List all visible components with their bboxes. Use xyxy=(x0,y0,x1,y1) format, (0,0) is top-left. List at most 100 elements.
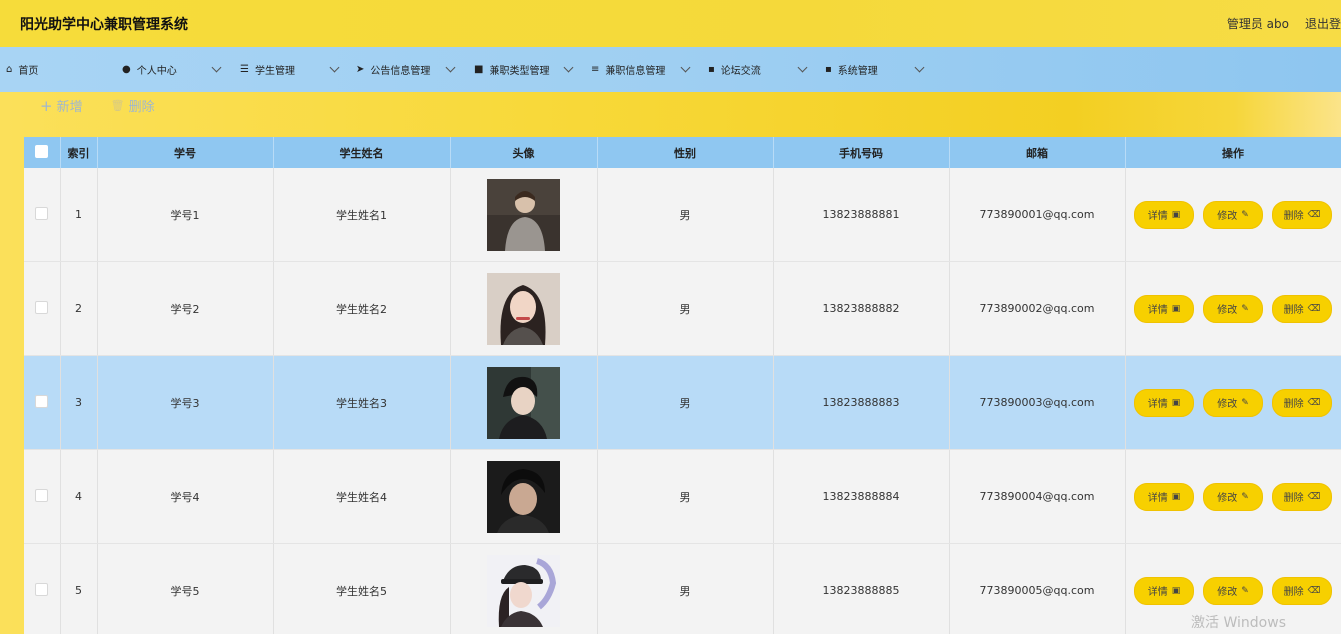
nav-item-forum[interactable]: ▪ 论坛交流 xyxy=(708,47,761,92)
cell-avatar xyxy=(450,355,598,450)
table-row[interactable]: 5 学号5 学生姓名5 男 13823888885 773890005@qq.c… xyxy=(24,543,1341,634)
avatar-image[interactable] xyxy=(487,272,560,345)
row-select-cell xyxy=(24,449,61,544)
table-row[interactable]: 2 学号2 学生姓名2 男 13823888882 773890002@qq.c… xyxy=(24,261,1341,356)
nav-item-system-management[interactable]: ▪ 系统管理 xyxy=(825,47,878,92)
nav-item-announcement-management[interactable]: ➤ 公告信息管理 xyxy=(356,47,430,92)
nav-item-student-management[interactable]: ☰ 学生管理 xyxy=(240,47,295,92)
user-icon: ● xyxy=(122,64,131,75)
select-all-checkbox[interactable] xyxy=(35,144,49,158)
nav-label: 公告信息管理 xyxy=(370,66,431,77)
cell-gender: 男 xyxy=(597,449,774,544)
batch-delete-button[interactable]: 🗑 删除 xyxy=(111,96,155,115)
table-row-selected[interactable]: 3 学号3 学生姓名3 男 13823888883 773890003@qq.c… xyxy=(24,355,1341,450)
row-checkbox[interactable] xyxy=(35,206,49,220)
avatar-image[interactable] xyxy=(487,178,560,251)
nav-item-job-type-management[interactable]: ■ 兼职类型管理 xyxy=(474,47,549,92)
app-title: 阳光助学中心兼职管理系统 xyxy=(20,16,188,33)
edit-button[interactable]: 修改 ✎ xyxy=(1203,388,1263,417)
cell-actions: 详情 ▣ 修改 ✎ 删除 ⌫ xyxy=(1125,168,1341,262)
column-header-student-id: 学号 xyxy=(97,137,274,168)
windows-activation-watermark: 激活 Windows xyxy=(1191,615,1286,631)
cell-email: 773890004@qq.com xyxy=(949,449,1126,544)
table-row[interactable]: 1 学号1 学生姓名1 男 13823888881 773890001@qq.c… xyxy=(24,168,1341,262)
nav-item-personal-center[interactable]: ● 个人中心 xyxy=(122,47,177,92)
grid-icon: ▪ xyxy=(825,64,832,75)
nav-label: 个人中心 xyxy=(136,66,177,77)
column-header-name: 学生姓名 xyxy=(273,137,451,168)
delete-button[interactable]: 删除 ⌫ xyxy=(1272,482,1332,511)
cell-email: 773890002@qq.com xyxy=(949,261,1126,356)
detail-button[interactable]: 详情 ▣ xyxy=(1134,294,1194,323)
cell-avatar xyxy=(450,261,598,356)
delete-button[interactable]: 删除 ⌫ xyxy=(1272,388,1332,417)
admin-user-label: 管理员 abo xyxy=(1226,17,1289,31)
delete-label: 删除 xyxy=(128,100,155,115)
cell-index: 2 xyxy=(60,261,98,356)
column-header-email: 邮箱 xyxy=(949,137,1126,168)
delete-button[interactable]: 删除 ⌫ xyxy=(1272,576,1332,605)
cell-email: 773890001@qq.com xyxy=(949,168,1126,262)
cell-email: 773890003@qq.com xyxy=(949,355,1126,450)
cell-phone: 13823888885 xyxy=(773,543,950,634)
cell-student-id: 学号2 xyxy=(97,261,274,356)
delete-button[interactable]: 删除 ⌫ xyxy=(1272,200,1332,229)
document-icon: ▣ xyxy=(1171,585,1181,596)
nav-label: 论坛交流 xyxy=(720,66,761,77)
main-nav: ⌂ 首页 ● 个人中心 ☰ 学生管理 ➤ 公告信息管理 ■ 兼职类型管理 ≡ 兼… xyxy=(0,47,1341,92)
cell-student-id: 学号5 xyxy=(97,543,274,634)
cell-index: 3 xyxy=(60,355,98,450)
edit-button[interactable]: 修改 ✎ xyxy=(1203,200,1263,229)
detail-button[interactable]: 详情 ▣ xyxy=(1134,388,1194,417)
cell-index: 4 xyxy=(60,449,98,544)
document-icon: ▣ xyxy=(1171,397,1181,408)
logout-button[interactable]: 退出登 xyxy=(1305,15,1341,32)
detail-button[interactable]: 详情 ▣ xyxy=(1134,576,1194,605)
row-checkbox[interactable] xyxy=(35,394,49,408)
row-checkbox[interactable] xyxy=(35,300,49,314)
column-header-gender: 性别 xyxy=(597,137,774,168)
cell-actions: 详情 ▣ 修改 ✎ 删除 ⌫ xyxy=(1125,449,1341,544)
nav-item-home[interactable]: ⌂ 首页 xyxy=(6,47,38,92)
chevron-down-icon xyxy=(329,62,340,73)
avatar-image[interactable] xyxy=(487,366,560,439)
row-checkbox[interactable] xyxy=(35,582,49,596)
avatar-image[interactable] xyxy=(487,554,560,627)
detail-button[interactable]: 详情 ▣ xyxy=(1134,482,1194,511)
cell-avatar xyxy=(450,168,598,262)
add-button[interactable]: + 新增 xyxy=(40,96,83,116)
row-checkbox[interactable] xyxy=(35,488,49,502)
pencil-icon: ✎ xyxy=(1241,303,1249,314)
cell-student-id: 学号1 xyxy=(97,168,274,262)
list-icon: ≡ xyxy=(591,64,600,75)
cell-phone: 13823888884 xyxy=(773,449,950,544)
chevron-down-icon xyxy=(797,62,808,73)
edit-button[interactable]: 修改 ✎ xyxy=(1203,294,1263,323)
column-header-avatar: 头像 xyxy=(450,137,598,168)
save-icon: ■ xyxy=(474,64,484,75)
row-select-cell xyxy=(24,168,61,262)
nav-item-job-info-management[interactable]: ≡ 兼职信息管理 xyxy=(591,47,665,92)
table-row[interactable]: 4 学号4 学生姓名4 男 13823888884 773890004@qq.c… xyxy=(24,449,1341,544)
cell-student-id: 学号3 xyxy=(97,355,274,450)
edit-button[interactable]: 修改 ✎ xyxy=(1203,482,1263,511)
nav-label: 首页 xyxy=(18,66,39,77)
cell-name: 学生姓名3 xyxy=(273,355,451,450)
delete-button[interactable]: 删除 ⌫ xyxy=(1272,294,1332,323)
trash-icon: ⌫ xyxy=(1307,491,1321,502)
cell-actions: 详情 ▣ 修改 ✎ 删除 ⌫ xyxy=(1125,355,1341,450)
avatar-image[interactable] xyxy=(487,460,560,533)
edit-button[interactable]: 修改 ✎ xyxy=(1203,576,1263,605)
cell-actions: 详情 ▣ 修改 ✎ 删除 ⌫ xyxy=(1125,261,1341,356)
cell-phone: 13823888881 xyxy=(773,168,950,262)
trash-icon: 🗑 xyxy=(110,99,125,112)
nav-label: 系统管理 xyxy=(837,66,878,77)
cell-index: 1 xyxy=(60,168,98,262)
detail-button[interactable]: 详情 ▣ xyxy=(1134,200,1194,229)
cell-avatar xyxy=(450,543,598,634)
top-header: 阳光助学中心兼职管理系统 管理员 abo 退出登 xyxy=(0,0,1341,47)
pencil-icon: ✎ xyxy=(1241,209,1249,220)
nav-label: 兼职类型管理 xyxy=(489,66,550,77)
row-select-cell xyxy=(24,261,61,356)
document-icon: ▣ xyxy=(1171,209,1181,220)
